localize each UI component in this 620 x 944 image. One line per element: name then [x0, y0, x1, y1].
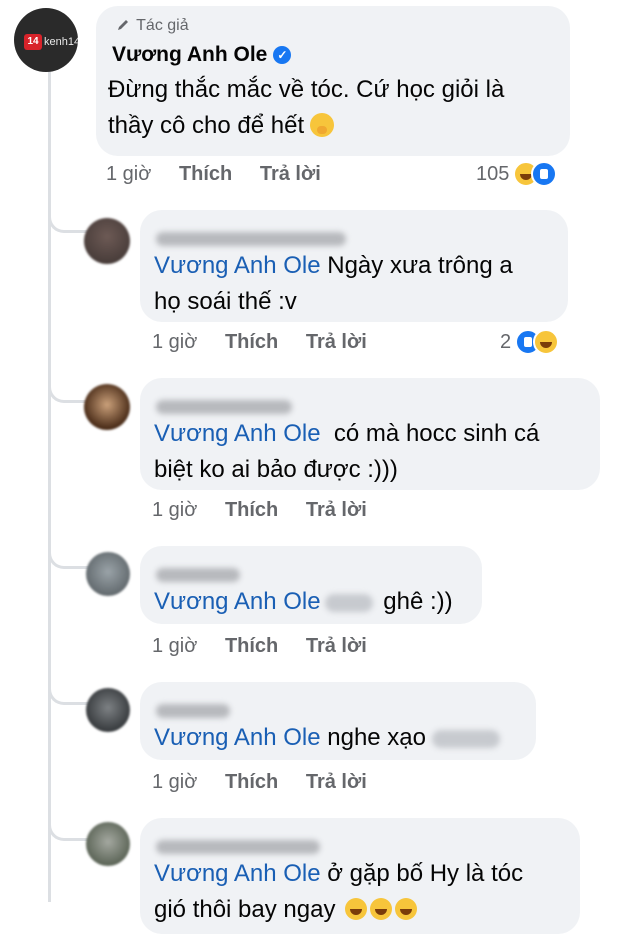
laughing-emoji-icon [395, 898, 418, 920]
blurred-commenter-name [156, 400, 292, 414]
commenter-name-label[interactable]: Vương Anh Ole [112, 43, 267, 66]
reply-line1: Vương Anh Ole nghe xạo [154, 720, 500, 756]
like-button[interactable]: Thích [225, 771, 278, 793]
thread-connector [48, 812, 91, 841]
kenh14-badge: 14 [24, 34, 42, 50]
blurred-commenter-name [156, 704, 230, 718]
reply-text: Vương Anh Ole có mà hocc sinh cá biệt ko… [154, 416, 539, 488]
author-tag-label: Tác giả [136, 17, 189, 34]
time-link[interactable]: 1 giờ [152, 331, 197, 353]
reply-actions: 1 giờ Thích Trả lời [152, 331, 389, 354]
reaction-summary[interactable]: 105 [476, 161, 558, 187]
reply-button[interactable]: Trả lời [260, 163, 321, 185]
reply-avatar[interactable] [86, 822, 130, 866]
reply-line2: gió thôi bay ngay [154, 892, 523, 928]
reply-line2: biệt ko ai bảo được :))) [154, 456, 398, 483]
like-button[interactable]: Thích [179, 163, 232, 185]
main-comment-line2: thầy cô cho để hết [108, 108, 504, 144]
reply-line1: Vương Anh Ole ghê :)) [154, 588, 453, 615]
blurred-word [432, 729, 500, 748]
author-tag: Tác giả [116, 17, 189, 35]
author-avatar[interactable]: 14 kenh14.vn [14, 8, 78, 72]
reply-actions: 1 giờ Thích Trả lời [152, 499, 389, 522]
main-comment-text: Đừng thắc mắc về tóc. Cứ học giỏi là thầ… [108, 72, 504, 144]
mention-link[interactable]: Vương Anh Ole [154, 724, 321, 751]
reply-text: Vương Anh Ole ghê :)) [154, 584, 453, 620]
reply-line1: Vương Anh Ole ở gặp bố Hy là tóc [154, 860, 524, 887]
pen-icon [118, 20, 128, 30]
like-reaction-icon [531, 161, 558, 187]
reply-line1: Vương Anh Ole có mà hocc sinh cá [154, 420, 540, 447]
reply-avatar[interactable] [86, 688, 130, 732]
like-button[interactable]: Thích [225, 499, 278, 521]
blurred-commenter-name [156, 568, 240, 582]
watermark: kenh14.vn [44, 36, 78, 48]
thread-connector [48, 676, 91, 705]
reply-text: Vương Anh Ole nghe xạo [154, 720, 500, 756]
reply-button[interactable]: Trả lời [306, 771, 367, 793]
mention-link[interactable]: Vương Anh Ole [154, 420, 321, 447]
thread-connector [48, 204, 91, 233]
commenter-name[interactable]: Vương Anh Ole ✓ [112, 43, 292, 67]
reply-button[interactable]: Trả lời [306, 499, 367, 521]
blurred-word [324, 593, 373, 612]
main-comment-line1: Đừng thắc mắc về tóc. Cứ học giỏi là [108, 76, 505, 103]
reaction-summary[interactable]: 2 [500, 329, 560, 355]
verified-icon: ✓ [273, 46, 292, 64]
time-link[interactable]: 1 giờ [152, 499, 197, 521]
reply-text: Vương Anh Ole Ngày xưa trông a họ soái t… [154, 248, 513, 320]
blurred-commenter-name [156, 232, 346, 246]
like-button[interactable]: Thích [225, 331, 278, 353]
reaction-count: 105 [476, 162, 510, 185]
reply-avatar[interactable] [86, 552, 130, 596]
reply-button[interactable]: Trả lời [306, 635, 367, 657]
reply-line2: họ soái thế :v [154, 288, 297, 315]
reply-button[interactable]: Trả lời [306, 331, 367, 353]
reply-line1: Vương Anh Ole Ngày xưa trông a [154, 252, 513, 279]
time-link[interactable]: 1 giờ [152, 635, 197, 657]
laughing-emoji-icon [345, 898, 368, 920]
reply-avatar[interactable] [84, 384, 130, 430]
reply-actions: 1 giờ Thích Trả lời [152, 635, 389, 658]
blurred-commenter-name [156, 840, 320, 854]
haha-reaction-icon [533, 329, 560, 355]
shushing-face-icon [310, 113, 335, 137]
mention-link[interactable]: Vương Anh Ole [154, 252, 321, 279]
time-link[interactable]: 1 giờ [152, 771, 197, 793]
reply-text: Vương Anh Ole ở gặp bố Hy là tóc gió thô… [154, 856, 523, 928]
mention-link[interactable]: Vương Anh Ole [154, 588, 321, 615]
mention-link[interactable]: Vương Anh Ole [154, 860, 321, 887]
thread-connector [48, 540, 91, 569]
reply-actions: 1 giờ Thích Trả lời [152, 771, 389, 794]
main-comment-actions: 1 giờ Thích Trả lời [106, 163, 343, 186]
laughing-emoji-icon [370, 898, 393, 920]
reply-avatar[interactable] [84, 218, 130, 264]
reaction-count: 2 [500, 330, 512, 353]
thread-line [48, 66, 51, 902]
time-link[interactable]: 1 giờ [106, 163, 151, 185]
like-button[interactable]: Thích [225, 635, 278, 657]
